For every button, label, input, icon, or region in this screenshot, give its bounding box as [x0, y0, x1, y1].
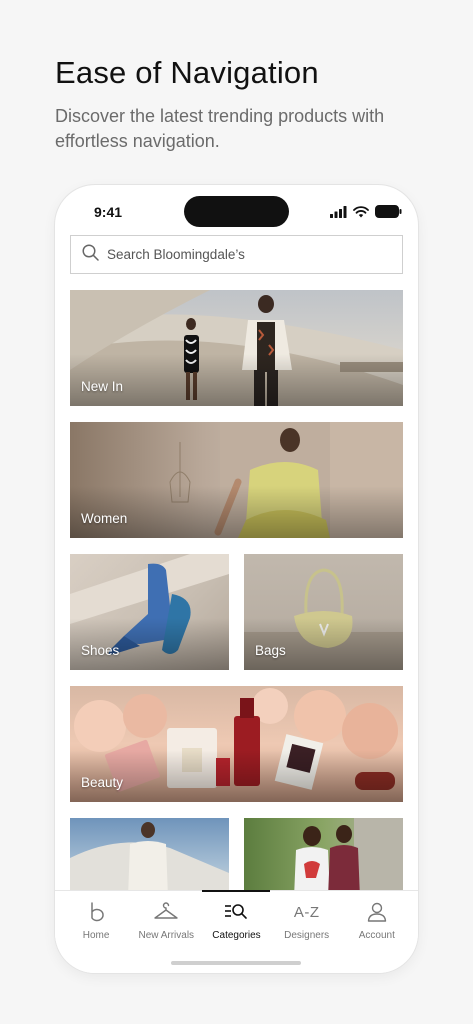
tab-label: Home [82, 930, 110, 941]
a-z-icon: A-Z [294, 899, 320, 925]
category-tile-bags[interactable]: Bags [244, 554, 403, 670]
category-label: Bags [255, 643, 286, 658]
headline: Ease of Navigation [55, 55, 319, 90]
wifi-icon [353, 205, 369, 223]
category-tile-shoes[interactable]: Shoes [70, 554, 229, 670]
search-input[interactable] [107, 247, 387, 262]
category-label: New In [81, 379, 124, 394]
bottom-tab-bar: Home New Arrivals Categories A-Z Designe… [55, 890, 418, 973]
status-bar: 9:41 [55, 185, 418, 235]
category-label: Women [81, 511, 128, 526]
categories-search-icon [224, 899, 248, 925]
search-bar[interactable] [70, 235, 403, 274]
category-tile-beauty[interactable]: Beauty [70, 686, 403, 802]
category-tile-new-in[interactable]: New In [70, 290, 403, 406]
tab-account[interactable]: Account [343, 891, 411, 973]
men-photo [70, 822, 229, 898]
signal-icon [330, 205, 347, 223]
home-indicator [171, 961, 301, 965]
category-tile-women[interactable]: Women [70, 422, 403, 538]
tab-label: Categories [212, 930, 261, 941]
phone-frame: 9:41 Search Bloomingdale’s New In Women … [55, 185, 418, 973]
category-label: Beauty [81, 775, 124, 790]
tab-label: New Arrivals [138, 930, 195, 941]
category-label: Shoes [81, 643, 120, 658]
category-tile-men[interactable] [70, 818, 229, 898]
person-icon [366, 899, 388, 925]
status-icons [330, 205, 402, 223]
hanger-icon [153, 899, 179, 925]
tab-home[interactable]: Home [62, 891, 130, 973]
bloomingdales-b-icon [86, 899, 106, 925]
tab-label: Account [358, 930, 395, 941]
status-time: 9:41 [94, 204, 123, 220]
subheadline: Discover the latest trending products wi… [55, 106, 385, 151]
dynamic-island [184, 196, 289, 227]
battery-icon [375, 205, 402, 223]
tab-label: Designers [284, 930, 330, 941]
a-z-icon-text: A-Z [293, 903, 320, 921]
search-icon [82, 243, 99, 266]
kids-photo [294, 818, 403, 898]
category-tile-kids[interactable] [244, 818, 403, 898]
